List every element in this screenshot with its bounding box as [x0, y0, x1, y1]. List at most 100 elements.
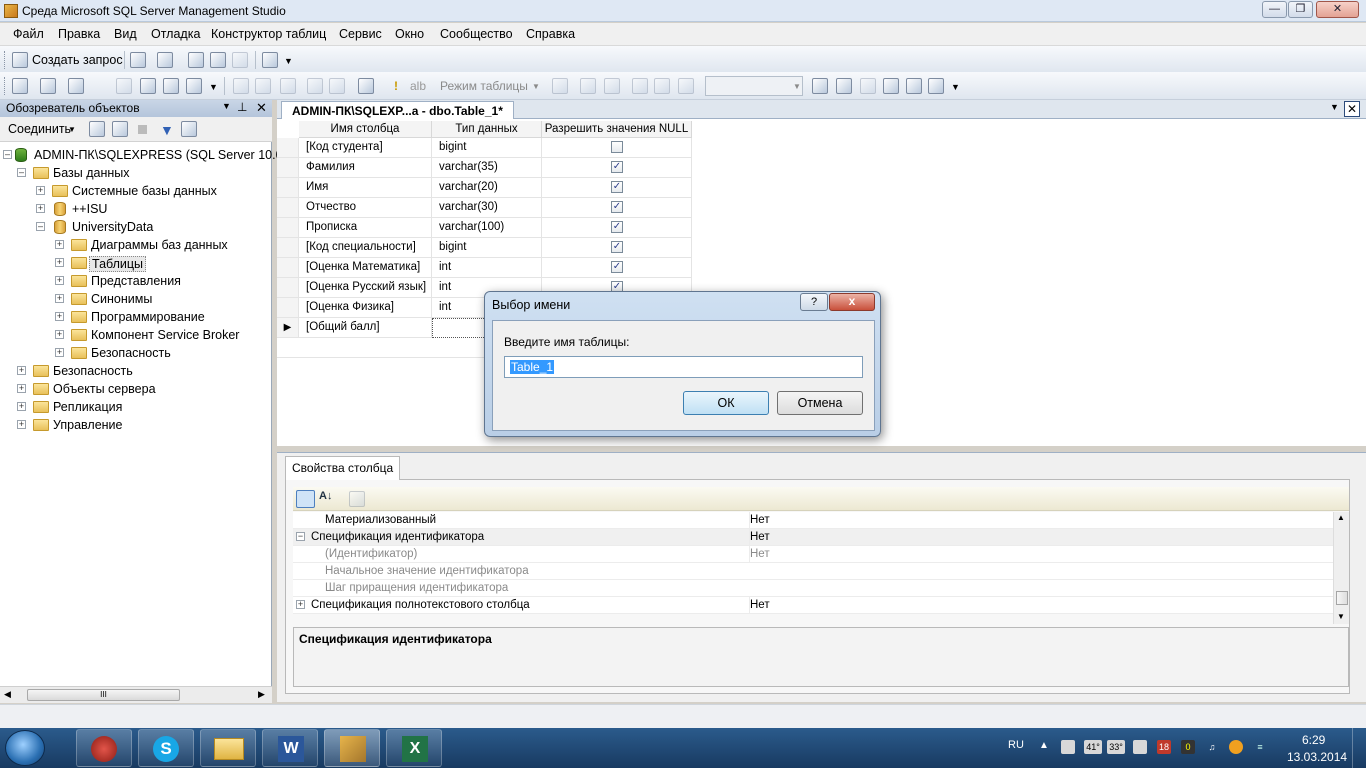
taskbar-skype[interactable]: S — [138, 729, 194, 767]
refresh-icon[interactable] — [181, 121, 197, 137]
new-file-icon[interactable] — [130, 52, 146, 68]
checkbox-unchecked[interactable] — [611, 141, 623, 153]
checkbox-checked[interactable]: ✓ — [611, 241, 623, 253]
show-desktop-button[interactable] — [1352, 728, 1366, 768]
scroll-left-icon[interactable]: ◀ — [4, 689, 11, 700]
property-row[interactable]: − Спецификация идентификатора Нет — [293, 529, 1333, 546]
row-selector[interactable] — [277, 238, 299, 258]
taskbar-excel[interactable]: X — [386, 729, 442, 767]
new-project-icon[interactable] — [157, 52, 173, 68]
fulltext-index-icon[interactable] — [860, 78, 876, 94]
checkbox-checked[interactable]: ✓ — [611, 261, 623, 273]
collapse-icon[interactable]: – — [17, 168, 26, 177]
activity-monitor-icon[interactable] — [262, 52, 278, 68]
cell-data-type[interactable]: varchar(100) — [432, 218, 542, 238]
save-icon[interactable] — [210, 52, 226, 68]
relationships-icon[interactable] — [68, 78, 84, 94]
row-selector[interactable] — [277, 258, 299, 278]
expand-icon[interactable]: + — [17, 420, 26, 429]
verify-sql-icon[interactable]: ! — [388, 78, 404, 94]
expand-icon[interactable]: + — [36, 204, 45, 213]
property-row[interactable]: + Спецификация полнотекстового столбца Нет — [293, 597, 1333, 614]
clock-time[interactable]: 6:29 — [1302, 733, 1325, 747]
scroll-right-icon[interactable]: ▶ — [258, 689, 265, 700]
toolbar-overflow-icon[interactable]: ▼ — [951, 82, 960, 92]
tab-table-designer[interactable]: ADMIN-ПК\SQLEXP...a - dbo.Table_1* — [281, 101, 514, 119]
cell-column-name[interactable]: Имя — [299, 178, 432, 198]
connect-object-explorer-icon[interactable] — [89, 121, 105, 137]
row-selector[interactable] — [277, 278, 299, 298]
pane-dropdown-icon[interactable]: ▼ — [222, 101, 231, 111]
change-type-icon[interactable] — [329, 78, 345, 94]
generate-script-icon[interactable] — [163, 78, 179, 94]
cell-data-type[interactable]: varchar(20) — [432, 178, 542, 198]
expand-icon[interactable]: + — [17, 366, 26, 375]
menu-edit[interactable]: Правка — [58, 27, 100, 41]
cell-column-name[interactable]: Отчество — [299, 198, 432, 218]
taskbar-word[interactable]: W — [262, 729, 318, 767]
print-icon[interactable] — [232, 52, 248, 68]
menu-tools[interactable]: Сервис — [339, 27, 382, 41]
cell-data-type[interactable]: varchar(35) — [432, 158, 542, 178]
show-diagram-pane-icon[interactable] — [233, 78, 249, 94]
cell-column-name[interactable]: [Код специальности] — [299, 238, 432, 258]
xml-index-icon[interactable] — [883, 78, 899, 94]
table-mode-dropdown[interactable]: Режим таблицы — [440, 79, 528, 93]
layout-icon-3[interactable] — [678, 78, 694, 94]
arrange-icon[interactable] — [604, 78, 620, 94]
expand-icon[interactable]: + — [17, 402, 26, 411]
menu-debug[interactable]: Отладка — [151, 27, 200, 41]
expand-icon[interactable]: + — [55, 330, 64, 339]
tray-mic-icon[interactable]: ♫ — [1205, 740, 1219, 754]
empty-combo-box[interactable] — [705, 76, 803, 96]
properties-vertical-scrollbar[interactable]: ▲ ▼ — [1333, 512, 1349, 624]
row-selector[interactable] — [277, 298, 299, 318]
row-selector[interactable] — [277, 178, 299, 198]
layout-icon-1[interactable] — [632, 78, 648, 94]
expand-icon[interactable]: + — [17, 384, 26, 393]
column-header-type[interactable]: Тип данных — [432, 121, 542, 138]
relationships-icon-2[interactable] — [812, 78, 828, 94]
tray-icon-1[interactable] — [1061, 740, 1075, 754]
disconnect-icon[interactable] — [112, 121, 128, 137]
property-row[interactable]: Начальное значение идентификатора — [293, 563, 1333, 580]
close-button[interactable]: ✕ — [1316, 1, 1359, 18]
ok-button[interactable]: ОК — [683, 391, 769, 415]
collapse-icon[interactable]: – — [3, 150, 12, 159]
categorized-icon[interactable] — [296, 490, 315, 508]
cell-column-name[interactable]: [Оценка Русский язык] — [299, 278, 432, 298]
toolbar-overflow-icon[interactable]: ▼ — [284, 56, 293, 66]
menu-window[interactable]: Окно — [395, 27, 424, 41]
show-criteria-pane-icon[interactable] — [255, 78, 271, 94]
row-selector[interactable] — [277, 158, 299, 178]
open-folder-icon[interactable] — [188, 52, 204, 68]
taskbar-explorer[interactable] — [200, 729, 256, 767]
layout-icon-2[interactable] — [654, 78, 670, 94]
toolbar-grip[interactable] — [4, 51, 7, 69]
indexes-icon-2[interactable] — [836, 78, 852, 94]
checkbox-checked[interactable]: ✓ — [611, 161, 623, 173]
expand-icon[interactable]: + — [36, 186, 45, 195]
network-icon[interactable]: ≡ — [1253, 740, 1267, 754]
tray-icon-2[interactable] — [1133, 740, 1147, 754]
row-selector[interactable]: ▶ — [277, 318, 299, 338]
column-header-nullable[interactable]: Разрешить значения NULL — [542, 121, 692, 138]
cell-column-name[interactable]: Фамилия — [299, 158, 432, 178]
cell-column-name[interactable]: Прописка — [299, 218, 432, 238]
menu-help[interactable]: Справка — [526, 27, 575, 41]
expand-icon[interactable]: + — [55, 294, 64, 303]
stop-icon[interactable] — [138, 125, 147, 134]
tab-column-properties[interactable]: Свойства столбца — [285, 456, 401, 480]
cell-data-type[interactable]: bigint — [432, 238, 542, 258]
row-selector[interactable] — [277, 138, 299, 158]
generate-change-script-icon[interactable] — [928, 78, 944, 94]
table-name-input[interactable]: Table_1 — [504, 356, 863, 378]
menu-community[interactable]: Сообщество — [440, 27, 513, 41]
cell-data-type[interactable]: varchar(30) — [432, 198, 542, 218]
toolbar-grip[interactable] — [4, 77, 7, 95]
check-constraints-icon-2[interactable] — [906, 78, 922, 94]
expand-icon[interactable]: + — [55, 348, 64, 357]
property-row[interactable]: (Идентификатор) Нет — [293, 546, 1333, 563]
add-new-derived-table-icon[interactable] — [580, 78, 596, 94]
expand-icon[interactable]: + — [55, 312, 64, 321]
